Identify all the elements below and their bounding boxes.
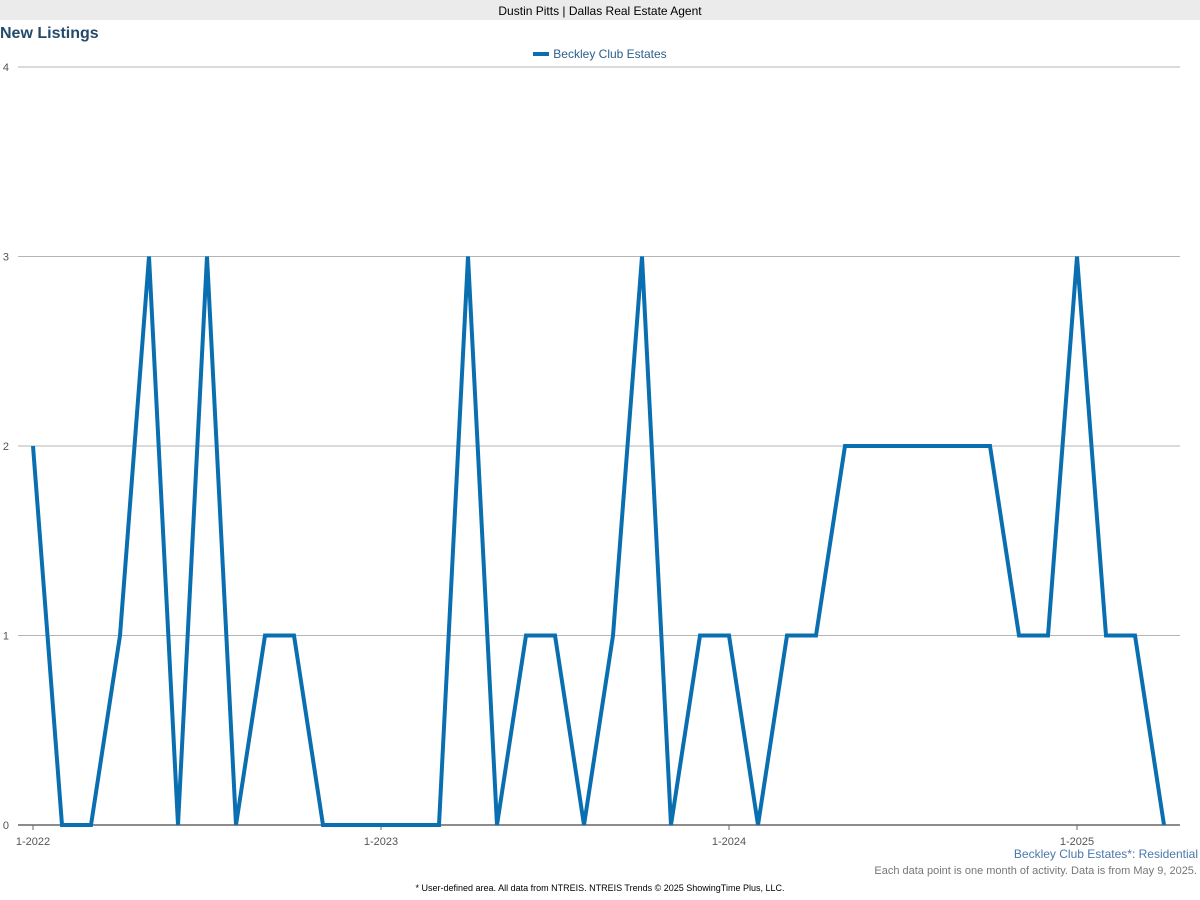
y-axis-ticks: 0 1 2 3 4 bbox=[3, 62, 9, 832]
footer-text: * User-defined area. All data from NTREI… bbox=[415, 883, 785, 893]
x-tick-label: 1-2023 bbox=[364, 836, 398, 848]
x-axis-ticks: 1-2022 1-2023 1-2024 1-2025 bbox=[16, 825, 1094, 848]
y-tick-label: 4 bbox=[3, 62, 9, 74]
y-tick-label: 1 bbox=[3, 631, 9, 643]
x-tick-label: 1-2022 bbox=[16, 836, 50, 848]
area-label: Beckley Club Estates*: Residential bbox=[1013, 847, 1198, 861]
y-tick-label: 0 bbox=[3, 820, 9, 832]
series-line bbox=[31, 256, 1166, 827]
grid-lines bbox=[18, 66, 1180, 826]
x-tick-label: 1-2024 bbox=[712, 836, 746, 848]
data-note: Each data point is one month of activity… bbox=[874, 865, 1197, 877]
line-chart: 01234 1-2022 1-2023 1-2024 1-2025 bbox=[3, 62, 1180, 848]
y-tick-label: 3 bbox=[3, 252, 9, 264]
y-tick-label: 2 bbox=[3, 441, 9, 453]
